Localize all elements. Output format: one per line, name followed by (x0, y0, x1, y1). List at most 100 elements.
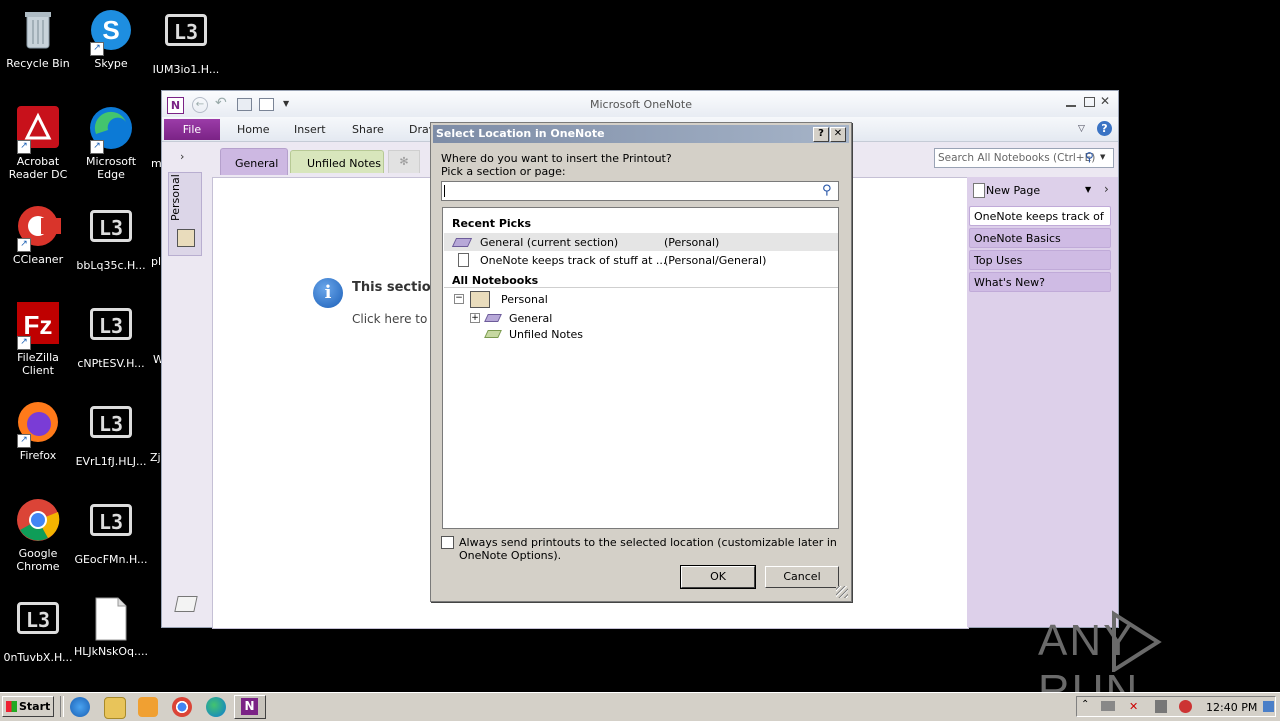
desktop-icon-filezilla[interactable]: Fz ↗ FileZilla Client (0, 302, 76, 377)
page-list-pane: New Page ▼ › OneNote keeps track of st O… (967, 177, 1118, 627)
file-logo-icon: L3 (163, 14, 209, 60)
new-page-dropdown-icon[interactable]: ▼ (1085, 185, 1091, 194)
tab-share[interactable]: Share (352, 123, 384, 136)
desktop-icon-label: GEocFMn.H... (74, 553, 148, 566)
tree-item-unfiled-notes[interactable]: Unfiled Notes (444, 326, 838, 342)
desktop-icon-ccleaner[interactable]: ↗ CCleaner (0, 204, 76, 266)
restore-icon[interactable] (1084, 97, 1095, 107)
location-tree[interactable]: Recent Picks General (current section) (… (442, 207, 839, 529)
file-logo-icon: L3 (15, 602, 61, 648)
desktop-icon-file[interactable]: L3 0nTuvbX.H... (0, 596, 76, 664)
search-icon[interactable]: ⚲ (822, 183, 832, 198)
page-item[interactable]: Top Uses (969, 250, 1111, 270)
desktop-icon-label: Google Chrome (16, 547, 60, 573)
all-notebooks-header: All Notebooks (452, 274, 539, 287)
new-section-tab[interactable]: ✻ (388, 150, 420, 173)
list-item[interactable]: General (current section) (Personal) (444, 233, 838, 251)
desktop-icon-label: Recycle Bin (6, 57, 70, 70)
desktop-icon-file[interactable]: L3 IUM3io1.H... (148, 8, 224, 76)
desktop-icon-label: Acrobat Reader DC (8, 155, 68, 181)
dialog-title: Select Location in OneNote (436, 127, 605, 140)
clock[interactable]: 12:40 PM (1206, 701, 1257, 714)
tray-expand-icon[interactable]: ⌃ (1081, 699, 1089, 710)
desktop-icon-label: 0nTuvbX.H... (3, 651, 73, 664)
start-button[interactable]: Start (2, 696, 54, 717)
shortcut-arrow-icon: ↗ (17, 238, 31, 252)
show-desktop-icon[interactable] (1263, 701, 1274, 712)
file-logo-icon: L3 (88, 308, 134, 354)
undo-icon[interactable]: ↶ (215, 95, 227, 111)
search-dropdown-icon[interactable]: ▼ (1100, 153, 1105, 161)
section-icon (484, 314, 502, 322)
volume-muted-icon[interactable]: ✕ (1129, 700, 1138, 713)
recent-name: General (current section) (480, 236, 619, 249)
onenote-taskbar-icon[interactable]: N (234, 695, 266, 719)
collapse-pane-icon[interactable]: › (1104, 182, 1109, 196)
quick-access-dropdown-icon[interactable]: ▼ (283, 99, 289, 108)
tree-item-general[interactable]: + General (444, 310, 838, 326)
cancel-button[interactable]: Cancel (765, 566, 839, 588)
expand-icon[interactable]: + (470, 313, 480, 323)
desktop-icon-skype[interactable]: S ↗ Skype (73, 8, 149, 70)
back-icon[interactable]: ← (192, 97, 208, 113)
always-send-checkbox[interactable] (441, 536, 454, 549)
desktop-icon-file[interactable]: L3 bbLq35c.H... (73, 204, 149, 272)
notebook-icon (177, 229, 195, 247)
close-button[interactable]: ✕ (830, 127, 846, 142)
page-item[interactable]: OneNote keeps track of st (969, 206, 1111, 243)
notebook-pane[interactable]: Personal (168, 172, 202, 256)
dialog-subprompt: Pick a section or page: (441, 165, 566, 178)
search-box[interactable]: Search All Notebooks (Ctrl+E) ⚲ ▼ (934, 148, 1114, 168)
section-icon (484, 330, 502, 338)
resize-grip-icon[interactable] (836, 586, 848, 598)
edge-icon[interactable] (206, 697, 226, 717)
desktop-icon-file[interactable]: L3 GEocFMn.H... (73, 498, 149, 566)
new-page-button[interactable]: New Page ▼ › (971, 182, 1116, 200)
media-player-icon[interactable] (138, 697, 158, 717)
unfiled-notes-icon[interactable] (174, 596, 198, 612)
start-label: Start (19, 700, 51, 713)
info-subtitle[interactable]: Click here to c (352, 312, 438, 326)
list-item[interactable]: OneNote keeps track of stuff at ... (Per… (444, 251, 838, 269)
desktop-icon-file[interactable]: L3 EVrL1fJ.HLJ... (73, 400, 149, 468)
desktop-icon-edge[interactable]: ↗ Microsoft Edge (73, 106, 149, 181)
help-icon[interactable]: ? (1097, 121, 1112, 136)
security-icon[interactable] (1155, 700, 1167, 713)
desktop-icon-acrobat[interactable]: ↗ Acrobat Reader DC (0, 106, 76, 181)
tab-home[interactable]: Home (237, 123, 269, 136)
tab-insert[interactable]: Insert (294, 123, 326, 136)
acrobat-icon: ↗ (15, 106, 61, 154)
tab-unfiled-notes[interactable]: Unfiled Notes (290, 150, 384, 173)
minimize-ribbon-icon[interactable]: ▽ (1078, 124, 1085, 134)
tab-file[interactable]: File (164, 119, 220, 140)
network-icon[interactable] (1101, 701, 1115, 711)
dock-icon[interactable] (237, 98, 252, 111)
help-button[interactable]: ? (813, 127, 829, 142)
minimize-icon[interactable] (1066, 97, 1076, 107)
desktop-icon-chrome[interactable]: Google Chrome (0, 498, 76, 573)
tree-item-personal[interactable]: − Personal (444, 290, 838, 308)
desktop-icon-recycle-bin[interactable]: Recycle Bin (0, 8, 76, 70)
section-icon (451, 238, 473, 247)
desktop-icon-document[interactable]: HLJkNskOq.... (73, 596, 149, 658)
page-item[interactable]: OneNote Basics (969, 228, 1111, 248)
ok-button[interactable]: OK (680, 565, 756, 589)
page-item[interactable]: What's New? (969, 272, 1111, 292)
desktop-icon-label: Skype (94, 57, 128, 70)
desktop-icon-file[interactable]: L3 cNPtESV.H... (73, 302, 149, 370)
document-icon (88, 596, 134, 642)
warning-icon[interactable] (1179, 700, 1192, 713)
always-send-label[interactable]: Always send printouts to the selected lo… (459, 536, 844, 562)
ie-icon[interactable] (70, 697, 90, 717)
chrome-icon[interactable] (172, 697, 192, 717)
collapse-icon[interactable]: − (454, 294, 464, 304)
dialog-prompt: Where do you want to insert the Printout… (441, 152, 672, 165)
desktop-icon-label: IUM3io1.H... (152, 63, 220, 76)
location-search-input[interactable]: ⚲ (441, 181, 839, 201)
tab-general[interactable]: General (220, 148, 288, 175)
notebook-icon (470, 291, 490, 308)
fullpage-icon[interactable] (259, 98, 274, 111)
close-icon[interactable]: ✕ (1100, 94, 1110, 108)
desktop-icon-firefox[interactable]: ↗ Firefox (0, 400, 76, 462)
explorer-icon[interactable] (104, 697, 126, 719)
